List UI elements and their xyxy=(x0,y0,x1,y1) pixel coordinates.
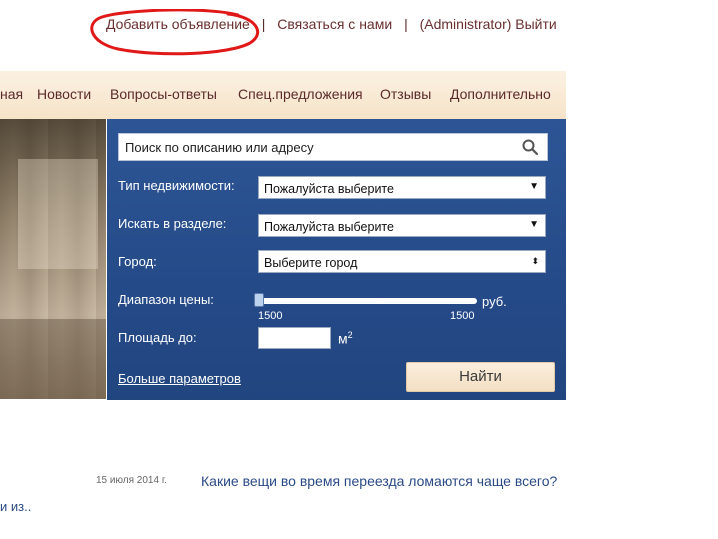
nav-item-reviews[interactable]: Отзывы xyxy=(380,86,431,102)
price-min-value: 1500 xyxy=(258,310,283,322)
nav-item-news[interactable]: Новости xyxy=(37,86,91,102)
separator: | xyxy=(404,16,408,32)
dropdown-arrow-icon: ▼ xyxy=(529,219,539,230)
price-range-track[interactable] xyxy=(259,298,477,304)
nav-item-more[interactable]: Дополнительно xyxy=(450,86,551,102)
nav-item-faq[interactable]: Вопросы-ответы xyxy=(110,86,217,102)
property-type-value: Пожалуйста выберите xyxy=(264,182,394,196)
property-type-label: Тип недвижимости: xyxy=(118,178,235,193)
price-range-label: Диапазон цены: xyxy=(118,292,214,307)
area-unit-base: м xyxy=(338,330,348,347)
property-type-select[interactable]: Пожалуйста выберите ▼ xyxy=(258,176,546,199)
city-label: Город: xyxy=(118,254,157,269)
section-value: Пожалуйста выберите xyxy=(264,220,394,234)
separator: | xyxy=(261,16,266,32)
section-select[interactable]: Пожалуйста выберите ▼ xyxy=(258,214,546,237)
news-snippet: и из.. xyxy=(0,499,32,514)
nav-item-special-offers[interactable]: Спец.предложения xyxy=(238,86,363,102)
photo-shadow xyxy=(0,319,106,399)
section-label: Искать в разделе: xyxy=(118,216,227,231)
area-label: Площадь до: xyxy=(118,330,197,345)
search-input[interactable]: Поиск по описанию или адресу xyxy=(118,133,548,161)
dropdown-arrow-icon: ▼ xyxy=(529,181,539,192)
area-unit-sup: 2 xyxy=(347,330,353,340)
area-unit: м2 xyxy=(338,330,353,347)
add-ad-link[interactable]: Добавить объявление xyxy=(106,16,250,32)
photo-highlight xyxy=(18,159,98,269)
search-panel: Поиск по описанию или адресу Тип недвижи… xyxy=(107,119,566,400)
search-placeholder: Поиск по описанию или адресу xyxy=(125,140,314,155)
city-value: Выберите город xyxy=(264,256,358,270)
area-input[interactable] xyxy=(258,327,331,349)
find-button[interactable]: Найти xyxy=(406,362,555,392)
logout-link[interactable]: (Administrator) Выйти xyxy=(420,16,557,32)
main-nav: ная Новости Вопросы-ответы Спец.предложе… xyxy=(0,71,566,120)
price-range-handle[interactable] xyxy=(254,293,264,307)
top-links: Добавить объявление | Связаться с нами |… xyxy=(106,16,557,32)
news-date: 15 июля 2014 г. xyxy=(96,475,168,486)
updown-arrow-icon: ⬍ xyxy=(531,256,539,266)
interior-photo xyxy=(0,119,108,399)
search-icon[interactable] xyxy=(521,138,539,156)
more-params-link[interactable]: Больше параметров xyxy=(118,371,241,386)
price-unit: руб. xyxy=(482,294,507,309)
news-title-link[interactable]: Какие вещи во время переезда ломаются ча… xyxy=(201,473,557,489)
price-max-value: 1500 xyxy=(450,310,475,322)
city-select[interactable]: Выберите город ⬍ xyxy=(258,250,546,273)
nav-item-home[interactable]: ная xyxy=(0,86,23,102)
contact-link[interactable]: Связаться с нами xyxy=(277,16,392,32)
